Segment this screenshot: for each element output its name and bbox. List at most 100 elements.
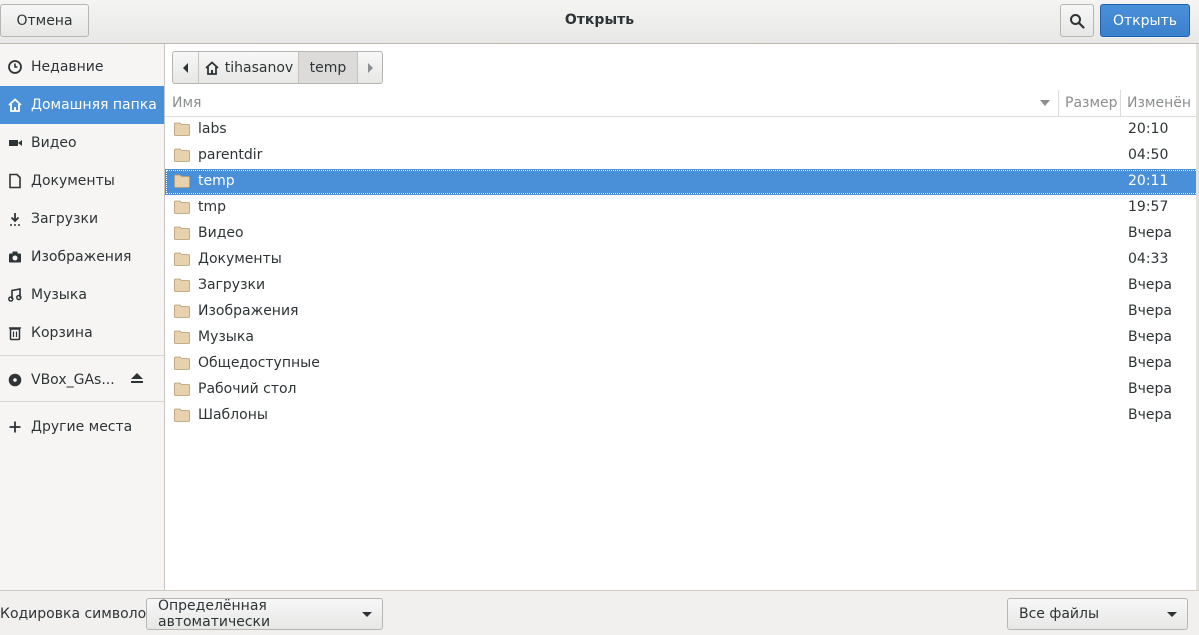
- file-row[interactable]: Общедоступные Вчера: [165, 351, 1199, 377]
- file-row[interactable]: labs 20:10: [165, 117, 1199, 143]
- folder-icon: [174, 148, 190, 162]
- file-name: Документы: [198, 251, 282, 267]
- path-segment-temp[interactable]: temp: [299, 52, 358, 83]
- sidebar-item-video[interactable]: Видео: [0, 124, 164, 162]
- folder-icon: [174, 304, 190, 318]
- file-name: Загрузки: [198, 277, 266, 293]
- places-sidebar: Недавние Домашняя папка Видео Документы …: [0, 44, 165, 590]
- file-filter-dropdown[interactable]: Все файлы: [1007, 598, 1188, 630]
- header-bar: Отмена Открыть Открыть: [0, 0, 1199, 44]
- file-row[interactable]: tmp 19:57: [165, 195, 1199, 221]
- disc-icon: [6, 371, 24, 389]
- file-row[interactable]: Рабочий стол Вчера: [165, 377, 1199, 403]
- file-name: parentdir: [198, 147, 263, 163]
- column-header-row: Имя Размер Изменён: [165, 90, 1199, 117]
- encoding-value: Определённая автоматически: [158, 598, 271, 630]
- path-forward-button[interactable]: [358, 52, 382, 83]
- folder-icon: [174, 382, 190, 396]
- sidebar-item-label: Домашняя папка: [31, 97, 157, 113]
- sidebar-item-label: Недавние: [31, 59, 104, 75]
- folder-icon: [174, 330, 190, 344]
- file-name: labs: [198, 121, 227, 137]
- file-modified: 20:10: [1128, 121, 1169, 137]
- file-row[interactable]: Изображения Вчера: [165, 299, 1199, 325]
- file-name: Рабочий стол: [198, 381, 297, 397]
- encoding-dropdown[interactable]: Определённая автоматически: [146, 598, 383, 630]
- sidebar-item-pictures[interactable]: Изображения: [0, 238, 164, 276]
- folder-icon: [174, 278, 190, 292]
- sidebar-item-label: Корзина: [31, 325, 93, 341]
- dialog-title: Открыть: [564, 12, 635, 28]
- sidebar-item-label: Музыка: [31, 287, 87, 303]
- file-row[interactable]: Шаблоны Вчера: [165, 403, 1199, 429]
- file-row[interactable]: temp 20:11: [165, 169, 1199, 195]
- sidebar-separator: [0, 355, 164, 356]
- folder-icon: [174, 356, 190, 370]
- chevron-down-icon: [362, 612, 372, 617]
- sidebar-item-home[interactable]: Домашняя папка: [0, 86, 164, 124]
- column-divider: [1120, 90, 1121, 116]
- file-modified: Вчера: [1128, 225, 1172, 241]
- file-row[interactable]: Музыка Вчера: [165, 325, 1199, 351]
- home-icon: [205, 60, 219, 75]
- folder-icon: [174, 200, 190, 214]
- sidebar-item-label: Загрузки: [31, 211, 99, 227]
- column-header-name[interactable]: Имя: [172, 95, 201, 111]
- chevron-left-icon: [182, 62, 188, 73]
- chevron-right-icon: [368, 62, 373, 73]
- folder-icon: [174, 252, 190, 266]
- file-name: tmp: [198, 199, 227, 215]
- column-header-modified[interactable]: Изменён: [1127, 95, 1191, 111]
- file-modified: Вчера: [1128, 407, 1172, 423]
- trash-icon: [6, 324, 24, 342]
- eject-icon[interactable]: [130, 372, 144, 388]
- sidebar-item-recent[interactable]: Недавние: [0, 48, 164, 86]
- sidebar-item-vbox-disc[interactable]: VBox_GAs...: [0, 361, 164, 399]
- plus-icon: [6, 418, 24, 436]
- file-modified: 20:11: [1128, 173, 1169, 189]
- sidebar-item-label: Видео: [31, 135, 77, 151]
- sidebar-item-downloads[interactable]: Загрузки: [0, 200, 164, 238]
- file-modified: Вчера: [1128, 329, 1172, 345]
- path-segment-label: tihasanov: [224, 59, 294, 76]
- folder-icon: [174, 226, 190, 240]
- file-modified: Вчера: [1128, 277, 1172, 293]
- file-list: Имя Размер Изменён labs 20:10 parentdir 04:…: [165, 90, 1199, 590]
- footer-bar: Кодировка символов: Определённая автомат…: [0, 590, 1199, 635]
- document-icon: [6, 172, 24, 190]
- sidebar-separator: [0, 401, 164, 402]
- file-row[interactable]: parentdir 04:50: [165, 143, 1199, 169]
- file-name: Музыка: [198, 329, 254, 345]
- file-modified: Вчера: [1128, 303, 1172, 319]
- music-icon: [6, 286, 24, 304]
- sidebar-item-trash[interactable]: Корзина: [0, 314, 164, 352]
- folder-icon: [174, 122, 190, 136]
- sidebar-item-label: Другие места: [31, 419, 133, 435]
- search-button[interactable]: [1060, 4, 1094, 37]
- column-header-size[interactable]: Размер: [1065, 95, 1118, 111]
- home-icon: [6, 96, 24, 114]
- path-segment-home[interactable]: tihasanov: [199, 52, 299, 83]
- sidebar-item-label: VBox_GAs...: [31, 372, 115, 388]
- path-back-button[interactable]: [173, 52, 199, 83]
- sidebar-item-label: Изображения: [31, 249, 132, 265]
- open-button[interactable]: Открыть: [1100, 4, 1190, 37]
- clock-icon: [6, 58, 24, 76]
- path-segment-label: temp: [309, 59, 347, 76]
- sidebar-item-documents[interactable]: Документы: [0, 162, 164, 200]
- file-modified: 19:57: [1128, 199, 1169, 215]
- file-modified: Вчера: [1128, 381, 1172, 397]
- file-modified: 04:33: [1128, 251, 1169, 267]
- file-row[interactable]: Загрузки Вчера: [165, 273, 1199, 299]
- file-filter-value: Все файлы: [1019, 606, 1100, 622]
- search-icon: [1070, 13, 1085, 29]
- file-row[interactable]: Видео Вчера: [165, 221, 1199, 247]
- file-row[interactable]: Документы 04:33: [165, 247, 1199, 273]
- path-bar: tihasanov temp: [172, 51, 383, 84]
- file-name: Общедоступные: [198, 355, 320, 371]
- sidebar-item-other-locations[interactable]: Другие места: [0, 408, 164, 446]
- sidebar-item-music[interactable]: Музыка: [0, 276, 164, 314]
- file-modified: 04:50: [1128, 147, 1169, 163]
- sort-arrow-icon: [1040, 100, 1050, 106]
- file-name: Видео: [198, 225, 244, 241]
